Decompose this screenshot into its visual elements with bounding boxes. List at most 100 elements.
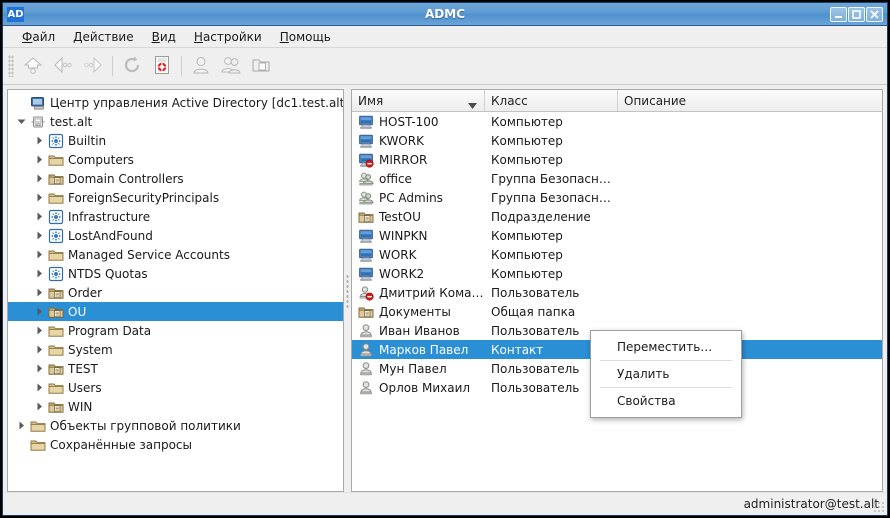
- ou-folder-icon: [47, 285, 65, 301]
- navigation-tree[interactable]: Центр управления Active Directory [dc1.t…: [8, 90, 343, 454]
- list-row[interactable]: MIRRORКомпьютер: [352, 150, 882, 169]
- cell-name: WINPKN: [352, 228, 485, 244]
- list-row[interactable]: ДокументыОбщая папка: [352, 302, 882, 321]
- cell-class: Компьютер: [485, 229, 618, 243]
- tree-expander-collapsed-icon[interactable]: [32, 212, 47, 221]
- new-ou-button[interactable]: [246, 52, 276, 80]
- list-row[interactable]: KWORKКомпьютер: [352, 131, 882, 150]
- tree-expander-collapsed-icon[interactable]: [32, 307, 47, 316]
- column-header-class[interactable]: Класс: [485, 90, 618, 111]
- forward-button[interactable]: [78, 52, 108, 80]
- computer-icon: [358, 228, 374, 244]
- tree-item-сохранённые-запросы[interactable]: Сохранённые запросы: [8, 435, 343, 454]
- tree-item-ou[interactable]: OU: [8, 302, 343, 321]
- tree-item-program-data[interactable]: Program Data: [8, 321, 343, 340]
- list-row[interactable]: TestOUПодразделение: [352, 207, 882, 226]
- refresh-icon: [121, 54, 143, 79]
- tree-item-builtin[interactable]: Builtin: [8, 131, 343, 150]
- filter-button[interactable]: [147, 52, 177, 80]
- ou-folder-icon: [47, 304, 65, 320]
- folder-icon: [47, 190, 65, 206]
- list-row[interactable]: HOST-100Компьютер: [352, 112, 882, 131]
- tree-item-ntds-quotas[interactable]: NTDS Quotas: [8, 264, 343, 283]
- tree-item-infrastructure[interactable]: Infrastructure: [8, 207, 343, 226]
- title-bar[interactable]: AD ADMC: [3, 3, 887, 26]
- tree-item-foreignsecurityprincipals[interactable]: ForeignSecurityPrincipals: [8, 188, 343, 207]
- context-menu-item-delete[interactable]: Удалить: [591, 362, 741, 386]
- refresh-button[interactable]: [117, 52, 147, 80]
- tree-expander-collapsed-icon[interactable]: [32, 231, 47, 240]
- tree-expander-collapsed-icon[interactable]: [32, 155, 47, 164]
- tree-expander-collapsed-icon[interactable]: [32, 326, 47, 335]
- cell-class: Компьютер: [485, 153, 618, 167]
- context-menu-item-properties[interactable]: Свойства: [591, 389, 741, 413]
- context-menu-item-move[interactable]: Переместить…: [591, 335, 741, 359]
- tree-item-label: Объекты групповой политики: [47, 419, 241, 433]
- group-icon: [358, 171, 374, 187]
- tree-expander-collapsed-icon[interactable]: [32, 136, 47, 145]
- tree-item-domain-controllers[interactable]: Domain Controllers: [8, 169, 343, 188]
- tree-item-центр-управления-active-directory-dc1-test-alt[interactable]: Центр управления Active Directory [dc1.t…: [8, 93, 343, 112]
- folder-icon: [29, 418, 47, 434]
- back-button[interactable]: [48, 52, 78, 80]
- menu-file[interactable]: Файл: [13, 28, 64, 46]
- tree-item-test[interactable]: TEST: [8, 359, 343, 378]
- row-name-label: Иван Иванов: [374, 324, 460, 338]
- list-row[interactable]: WORK2Компьютер: [352, 264, 882, 283]
- column-header-description[interactable]: Описание: [618, 90, 882, 111]
- tree-expander-expanded-icon[interactable]: [14, 117, 29, 126]
- domain-icon: [29, 114, 47, 130]
- container-icon: [47, 133, 65, 149]
- tree-item-label: System: [65, 343, 113, 357]
- row-name-label: Дмитрий Комар…: [374, 286, 485, 300]
- menu-action[interactable]: Действие: [64, 28, 142, 46]
- menu-help[interactable]: Помощь: [271, 28, 340, 46]
- ou-folder-icon: [47, 399, 65, 415]
- menu-settings[interactable]: Настройки: [185, 28, 271, 46]
- folder-icon: [47, 380, 65, 396]
- tree-item-system[interactable]: System: [8, 340, 343, 359]
- pane-splitter[interactable]: [344, 89, 351, 492]
- maximize-button[interactable]: [848, 7, 865, 22]
- tree-item-users[interactable]: Users: [8, 378, 343, 397]
- tree-expander-collapsed-icon[interactable]: [32, 402, 47, 411]
- new-user-icon: [190, 54, 212, 79]
- minimize-button[interactable]: [830, 7, 847, 22]
- column-header-name[interactable]: Имя: [352, 90, 485, 111]
- tree-item-lostandfound[interactable]: LostAndFound: [8, 226, 343, 245]
- context-menu[interactable]: Переместить… Удалить Свойства: [590, 330, 742, 418]
- new-user-button[interactable]: [186, 52, 216, 80]
- toolbar-grip[interactable]: [8, 55, 14, 77]
- console-root-icon: [29, 95, 47, 111]
- tree-expander-collapsed-icon[interactable]: [32, 383, 47, 392]
- resize-grip[interactable]: [873, 501, 885, 513]
- list-row[interactable]: officeГруппа Безопасност…: [352, 169, 882, 188]
- tree-expander-collapsed-icon[interactable]: [32, 288, 47, 297]
- new-group-button[interactable]: [216, 52, 246, 80]
- menu-view[interactable]: Вид: [143, 28, 185, 46]
- up-one-level-button[interactable]: [18, 52, 48, 80]
- tree-expander-collapsed-icon[interactable]: [32, 345, 47, 354]
- tree-item-объекты-групповой-политики[interactable]: Объекты групповой политики: [8, 416, 343, 435]
- list-row[interactable]: Дмитрий Комар…Пользователь: [352, 283, 882, 302]
- list-row[interactable]: WORKКомпьютер: [352, 245, 882, 264]
- cell-name: Документы: [352, 304, 485, 320]
- tree-expander-collapsed-icon[interactable]: [32, 364, 47, 373]
- tree-item-test-alt[interactable]: test.alt: [8, 112, 343, 131]
- list-row[interactable]: WINPKNКомпьютер: [352, 226, 882, 245]
- tree-item-order[interactable]: Order: [8, 283, 343, 302]
- close-button[interactable]: [866, 7, 883, 22]
- cell-class: Общая папка: [485, 305, 618, 319]
- tree-expander-collapsed-icon[interactable]: [14, 421, 29, 430]
- row-name-label: office: [374, 172, 412, 186]
- tree-expander-collapsed-icon[interactable]: [32, 174, 47, 183]
- tree-expander-collapsed-icon[interactable]: [32, 269, 47, 278]
- list-row[interactable]: PC AdminsГруппа Безопасност…: [352, 188, 882, 207]
- tree-expander-collapsed-icon[interactable]: [32, 193, 47, 202]
- tree-item-managed-service-accounts[interactable]: Managed Service Accounts: [8, 245, 343, 264]
- tree-item-computers[interactable]: Computers: [8, 150, 343, 169]
- computer-disabled-icon: [358, 152, 374, 168]
- tree-expander-collapsed-icon[interactable]: [32, 250, 47, 259]
- computer-icon: [358, 133, 374, 149]
- tree-item-win[interactable]: WIN: [8, 397, 343, 416]
